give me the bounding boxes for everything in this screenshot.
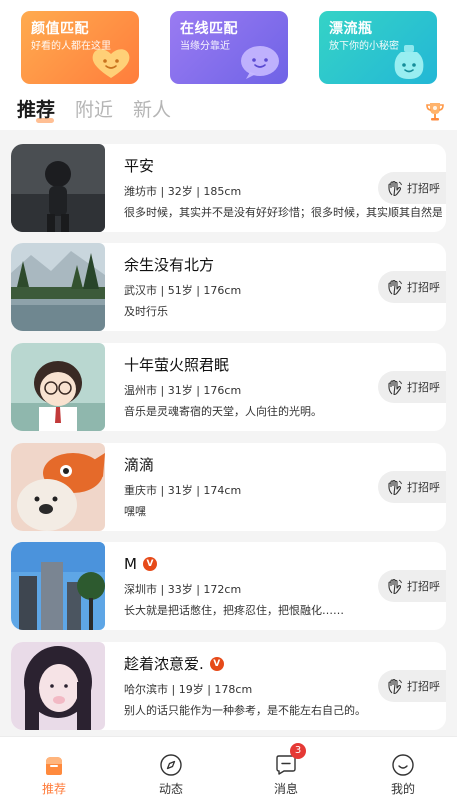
user-card[interactable]: 余生没有北方 武汉市 | 51岁 | 176cm 及时行乐 打招呼	[11, 243, 446, 331]
nav-label: 我的	[390, 782, 415, 796]
user-name: 趁着浓意爱.	[124, 655, 204, 673]
user-meta: 温州市 | 31岁 | 176cm	[124, 384, 242, 397]
wave-hand-icon	[388, 279, 402, 295]
app-screen: 颜值匹配 好看的人都在这里 在线匹配 当缘分靠近 漂流瓶 放下你的小秘密 推荐 …	[0, 0, 457, 800]
user-photo[interactable]	[11, 343, 105, 431]
user-bio: 及时行乐	[124, 305, 168, 318]
greet-button[interactable]: 打招呼	[378, 172, 446, 204]
heart-face-icon	[92, 49, 130, 78]
user-name: M	[124, 555, 137, 573]
bottle-icon	[394, 45, 424, 79]
wave-hand-icon	[388, 180, 402, 196]
user-name: 余生没有北方	[124, 256, 215, 274]
greet-button[interactable]: 打招呼	[378, 271, 446, 303]
name-line: 平安	[124, 156, 154, 176]
greet-label: 打招呼	[407, 281, 440, 294]
nav-item-profile[interactable]: 我的	[363, 737, 443, 800]
greet-label: 打招呼	[407, 680, 440, 693]
card-drift-bottle[interactable]: 漂流瓶 放下你的小秘密	[319, 11, 437, 84]
user-card[interactable]: 趁着浓意爱. V 哈尔滨市 | 19岁 | 178cm 别人的话只能作为一种参考…	[11, 642, 446, 730]
feature-cards: 颜值匹配 好看的人都在这里 在线匹配 当缘分靠近 漂流瓶 放下你的小秘密	[0, 0, 457, 92]
user-photo[interactable]	[11, 542, 105, 630]
user-meta: 潍坊市 | 32岁 | 185cm	[124, 185, 242, 198]
user-meta: 武汉市 | 51岁 | 176cm	[124, 284, 242, 297]
smile-icon	[392, 754, 414, 776]
user-card[interactable]: 十年萤火照君眠 温州市 | 31岁 | 176cm 音乐是灵魂寄宿的天堂，人向往…	[11, 343, 446, 431]
nav-label: 推荐	[41, 782, 66, 796]
unread-badge: 3	[290, 743, 306, 759]
trophy-icon[interactable]	[424, 100, 446, 122]
name-line: M V	[124, 554, 157, 574]
user-meta: 重庆市 | 31岁 | 174cm	[124, 484, 242, 497]
verified-badge-icon: V	[209, 657, 224, 671]
user-photo[interactable]	[11, 443, 105, 531]
tab-nearby[interactable]: 附近	[75, 98, 113, 122]
user-card[interactable]: 滴滴 重庆市 | 31岁 | 174cm 嘿嘿 打招呼	[11, 443, 446, 531]
wave-hand-icon	[388, 678, 402, 694]
greet-button[interactable]: 打招呼	[378, 670, 446, 702]
user-name: 平安	[124, 157, 155, 175]
nav-label: 动态	[158, 782, 183, 796]
wave-hand-icon	[388, 379, 402, 395]
nav-item-messages[interactable]: 3 消息	[246, 737, 326, 800]
card-title: 漂流瓶	[329, 21, 373, 37]
user-bio: 别人的话只能作为一种参考，是不能左右自己的。	[124, 704, 366, 717]
user-bio: 音乐是灵魂寄宿的天堂，人向往的光明。	[124, 405, 322, 418]
card-title: 在线匹配	[180, 21, 238, 37]
greet-button[interactable]: 打招呼	[378, 570, 446, 602]
bottom-nav: 推荐 动态 3 消息 我的	[0, 736, 457, 800]
card-online-match[interactable]: 在线匹配 当缘分靠近	[170, 11, 288, 84]
home-icon	[46, 757, 62, 775]
user-card[interactable]: M V 深圳市 | 33岁 | 172cm 长大就是把话憋住，把疼忍住，把恨融化…	[11, 542, 446, 630]
user-photo[interactable]	[11, 144, 105, 232]
greet-label: 打招呼	[407, 182, 440, 195]
greet-button[interactable]: 打招呼	[378, 471, 446, 503]
wave-hand-icon	[388, 479, 402, 495]
name-line: 趁着浓意爱. V	[124, 654, 224, 674]
nav-label: 消息	[273, 782, 298, 796]
greet-label: 打招呼	[407, 580, 440, 593]
greet-label: 打招呼	[407, 381, 440, 394]
greet-button[interactable]: 打招呼	[378, 371, 446, 403]
name-line: 十年萤火照君眠	[124, 355, 229, 375]
verified-badge-icon: V	[142, 557, 157, 571]
user-bio: 嘿嘿	[124, 505, 146, 518]
compass-icon	[160, 754, 182, 776]
user-meta: 深圳市 | 33岁 | 172cm	[124, 583, 242, 596]
greet-label: 打招呼	[407, 481, 440, 494]
tab-recommend[interactable]: 推荐	[17, 98, 55, 122]
user-bio: 很多时候，其实并不是没有好好珍惜；很多时候，其实顺其自然是…	[124, 206, 442, 219]
user-photo[interactable]	[11, 642, 105, 730]
name-line: 滴滴	[124, 455, 154, 475]
chat-bubble-face-icon	[241, 46, 279, 79]
card-title: 颜值匹配	[31, 21, 89, 37]
wave-hand-icon	[388, 578, 402, 594]
user-photo[interactable]	[11, 243, 105, 331]
user-meta: 哈尔滨市 | 19岁 | 178cm	[124, 683, 253, 696]
user-name: 滴滴	[124, 456, 155, 474]
card-looks-match[interactable]: 颜值匹配 好看的人都在这里	[21, 11, 139, 84]
tab-new[interactable]: 新人	[133, 98, 171, 122]
nav-item-moments[interactable]: 动态	[131, 737, 211, 800]
name-line: 余生没有北方	[124, 255, 214, 275]
nav-item-recommend[interactable]: 推荐	[14, 737, 94, 800]
tab-bar: 推荐 附近 新人	[0, 92, 457, 130]
user-name: 十年萤火照君眠	[124, 356, 230, 374]
user-card[interactable]: 平安 潍坊市 | 32岁 | 185cm 很多时候，其实并不是没有好好珍惜；很多…	[11, 144, 446, 232]
user-bio: 长大就是把话憋住，把疼忍住，把恨融化……	[124, 604, 344, 617]
